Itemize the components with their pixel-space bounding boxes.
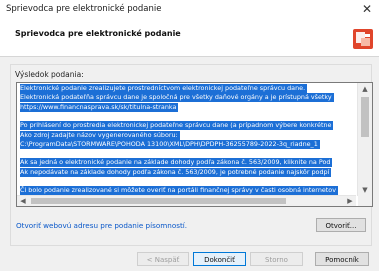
wizard-window: Sprievodca pre elektronické podanie ✕ Sp… xyxy=(0,0,379,271)
help-button[interactable]: Pomocník xyxy=(315,252,369,266)
result-line: Ako zdroj zadajte názov vygenerovaného s… xyxy=(20,130,180,140)
wizard-body: Výsledok podania: Elektronické podanie z… xyxy=(0,57,379,271)
close-icon[interactable]: ✕ xyxy=(359,1,375,17)
scroll-right-icon[interactable]: ▶ xyxy=(344,196,356,206)
result-line: Ak nepodávate na základe dohody podľa zá… xyxy=(20,167,332,177)
scroll-up-icon[interactable]: ▲ xyxy=(358,83,372,95)
result-text[interactable]: Elektronické podanie zrealizujete prostr… xyxy=(17,83,356,196)
horizontal-scroll-thumb[interactable] xyxy=(31,198,286,204)
result-line: C:\ProgramData\STORMWARE\POHODA 13100\XM… xyxy=(20,139,320,149)
result-line: Ak sa jedná o elektronické podanie na zá… xyxy=(20,158,333,168)
vertical-scroll-thumb[interactable] xyxy=(361,97,369,137)
open-web-address-link[interactable]: Otvoriť webovú adresu pre podanie písomn… xyxy=(16,221,187,230)
cancel-button[interactable]: Storno xyxy=(250,252,303,266)
open-button[interactable]: Otvoriť... xyxy=(316,218,366,232)
wizard-logo-icon xyxy=(353,29,373,49)
result-line: Či bolo podanie zrealizované si môžete o… xyxy=(20,186,338,196)
vertical-scrollbar[interactable]: ▲ ▼ xyxy=(357,83,372,196)
window-title: Sprievodca pre elektronické podanie xyxy=(6,4,162,14)
result-line: Elektronické podanie zrealizujete prostr… xyxy=(20,84,308,93)
result-line: Po prihlásení do prostredia elektronicke… xyxy=(20,121,334,131)
result-label: Výsledok podania: xyxy=(15,70,84,79)
scroll-down-icon[interactable]: ▼ xyxy=(358,184,372,196)
scroll-left-icon[interactable]: ◀ xyxy=(17,196,29,206)
wizard-header: Sprievodca pre elektronické podanie xyxy=(0,20,379,57)
result-line: https://www.financnasprava.sk/sk/titulna… xyxy=(20,102,179,112)
result-textbox[interactable]: Elektronické podanie zrealizujete prostr… xyxy=(16,82,373,207)
back-button[interactable]: < Naspäť xyxy=(137,252,189,266)
finish-button[interactable]: Dokončiť xyxy=(193,252,246,266)
header-title: Sprievodca pre elektronické podanie xyxy=(15,29,181,38)
title-bar: Sprievodca pre elektronické podanie ✕ xyxy=(0,0,379,20)
scrollbar-corner xyxy=(358,196,372,206)
horizontal-scrollbar[interactable]: ◀ ▶ xyxy=(17,195,356,206)
result-line: Elektronická podateľňa správcu dane je s… xyxy=(20,93,334,103)
